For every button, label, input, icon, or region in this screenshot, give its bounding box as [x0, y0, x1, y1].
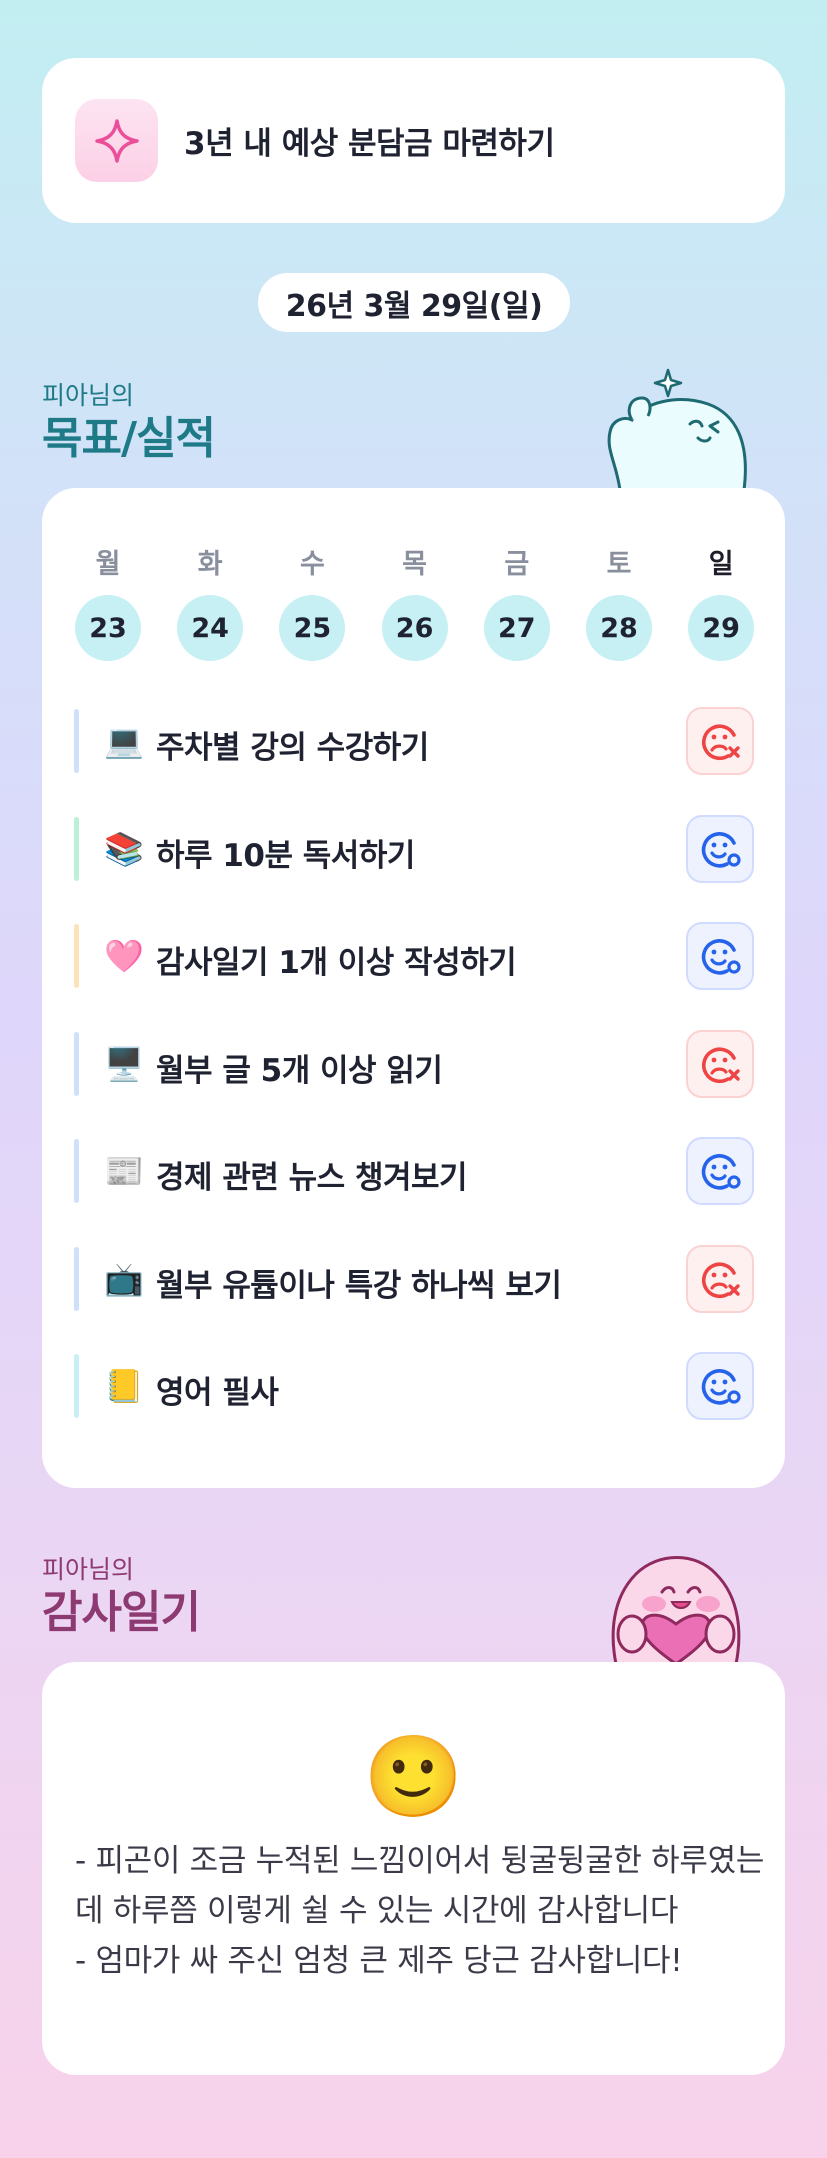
happy-face-status-icon[interactable]: [686, 1137, 754, 1205]
task-label: 영어 필사: [156, 1375, 279, 1411]
tracker-section-title: 목표/실적: [42, 413, 216, 464]
task-emoji-icon: 🩷: [104, 937, 144, 975]
day-label: 일: [708, 549, 734, 580]
sad-face-status-icon[interactable]: [686, 1029, 754, 1098]
task-emoji-icon: 📺: [104, 1259, 144, 1298]
day-date-button[interactable]: 29: [688, 595, 755, 661]
task-accent-bar: [74, 1139, 79, 1203]
mood-emoji: 🙂: [363, 1730, 464, 1823]
day-label: 월: [95, 549, 121, 580]
day-date-button[interactable]: 23: [75, 595, 141, 661]
day-date-button[interactable]: 26: [381, 595, 448, 661]
goal-title: 3년 내 예상 분담금 마련하기: [184, 126, 555, 162]
task-accent-bar: [74, 816, 79, 881]
task-accent-bar: [74, 924, 79, 988]
task-label: 감사일기 1개 이상 작성하기: [156, 945, 517, 981]
day-date-button[interactable]: 24: [177, 595, 244, 661]
task-accent-bar: [74, 709, 79, 773]
task-accent-bar: [74, 1246, 79, 1311]
date-selector[interactable]: 26년 3월 29일(일): [258, 273, 570, 332]
day-date-button[interactable]: 28: [586, 595, 652, 661]
task-emoji-icon: 💻: [104, 722, 144, 760]
day-label: 수: [299, 549, 325, 580]
task-row[interactable]: 📚 하루 10분 독서하기: [74, 814, 754, 883]
task-row[interactable]: 💻 주차별 강의 수강하기: [74, 707, 754, 775]
gratitude-text: - 피곤이 조금 누적된 느낌이어서 뒹굴뒹굴한 하루였는데 하루쯤 이렇게 쉴…: [75, 1843, 765, 1979]
sad-face-status-icon[interactable]: [686, 707, 754, 775]
task-emoji-icon: 📰: [104, 1152, 144, 1190]
day-label: 토: [606, 549, 632, 580]
task-accent-bar: [74, 1354, 79, 1418]
task-row[interactable]: 📰 경제 관련 뉴스 챙겨보기: [74, 1137, 754, 1205]
task-label: 월부 글 5개 이상 읽기: [156, 1052, 443, 1089]
day-date-button[interactable]: 25: [279, 595, 346, 661]
task-row[interactable]: 🩷 감사일기 1개 이상 작성하기: [74, 922, 754, 990]
happy-face-status-icon[interactable]: [686, 814, 754, 883]
sad-face-status-icon[interactable]: [686, 1244, 754, 1313]
task-label: 주차별 강의 수강하기: [156, 730, 429, 766]
happy-face-status-icon[interactable]: [686, 922, 754, 990]
gratitude-journal-card[interactable]: 🙂 - 피곤이 조금 누적된 느낌이어서 뒹굴뒹굴한 하루였는데 하루쯤 이렇게…: [42, 1662, 785, 2075]
task-row[interactable]: 🖥️ 월부 글 5개 이상 읽기: [74, 1029, 754, 1098]
day-label: 금: [504, 549, 530, 580]
task-row[interactable]: 📒 영어 필사: [74, 1352, 754, 1420]
ghost-mascot-illustration: [607, 368, 747, 490]
happy-face-status-icon[interactable]: [686, 1352, 754, 1420]
task-label: 경제 관련 뉴스 챙겨보기: [156, 1160, 468, 1196]
task-emoji-icon: 🖥️: [104, 1044, 144, 1083]
goal-card[interactable]: 3년 내 예상 분담금 마련하기: [42, 58, 785, 223]
gratitude-section-title: 감사일기: [42, 1587, 201, 1638]
day-date-button[interactable]: 27: [483, 595, 550, 661]
task-emoji-icon: 📒: [104, 1367, 144, 1405]
task-label: 하루 10분 독서하기: [156, 837, 415, 874]
task-row[interactable]: 📺 월부 유튭이나 특강 하나씩 보기: [74, 1244, 754, 1313]
pink-mascot-heart-illustration: [611, 1556, 741, 1664]
day-label: 목: [402, 549, 428, 580]
task-accent-bar: [74, 1031, 79, 1096]
day-label: 화: [197, 549, 223, 580]
task-emoji-icon: 📚: [104, 829, 144, 868]
sparkle-icon: [75, 99, 158, 182]
task-label: 월부 유튭이나 특강 하나씩 보기: [156, 1267, 562, 1304]
